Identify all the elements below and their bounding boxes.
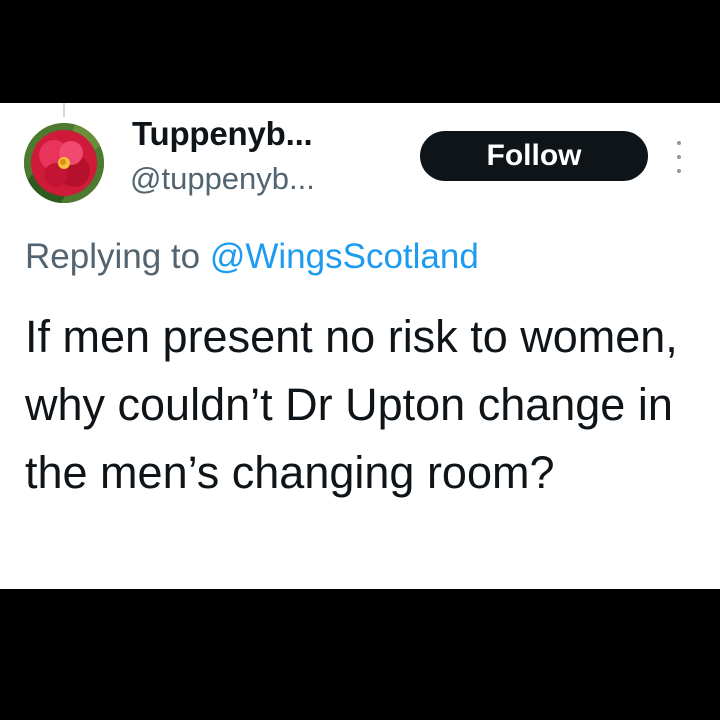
thread-connector-line [63,103,65,117]
more-dot [677,155,681,159]
more-dot [677,141,681,145]
display-name[interactable]: Tuppenyb... [132,115,313,153]
replying-mention-link[interactable]: @WingsScotland [210,237,479,276]
top-black-band [0,0,720,103]
tweet-text: If men present no risk to women, why cou… [25,311,678,498]
tweet-card: Tuppenyb... @tuppenyb... Follow Replying… [0,103,720,589]
more-vertical-icon[interactable] [672,141,686,173]
replying-prefix: Replying to [25,237,201,276]
avatar[interactable] [24,123,104,203]
user-handle[interactable]: @tuppenyb... [130,161,315,197]
red-flower-avatar-icon [24,123,104,203]
follow-button[interactable]: Follow [420,131,648,181]
bottom-black-band [0,589,720,720]
replying-to-line: Replying to @WingsScotland [25,237,479,277]
more-dot [677,169,681,173]
